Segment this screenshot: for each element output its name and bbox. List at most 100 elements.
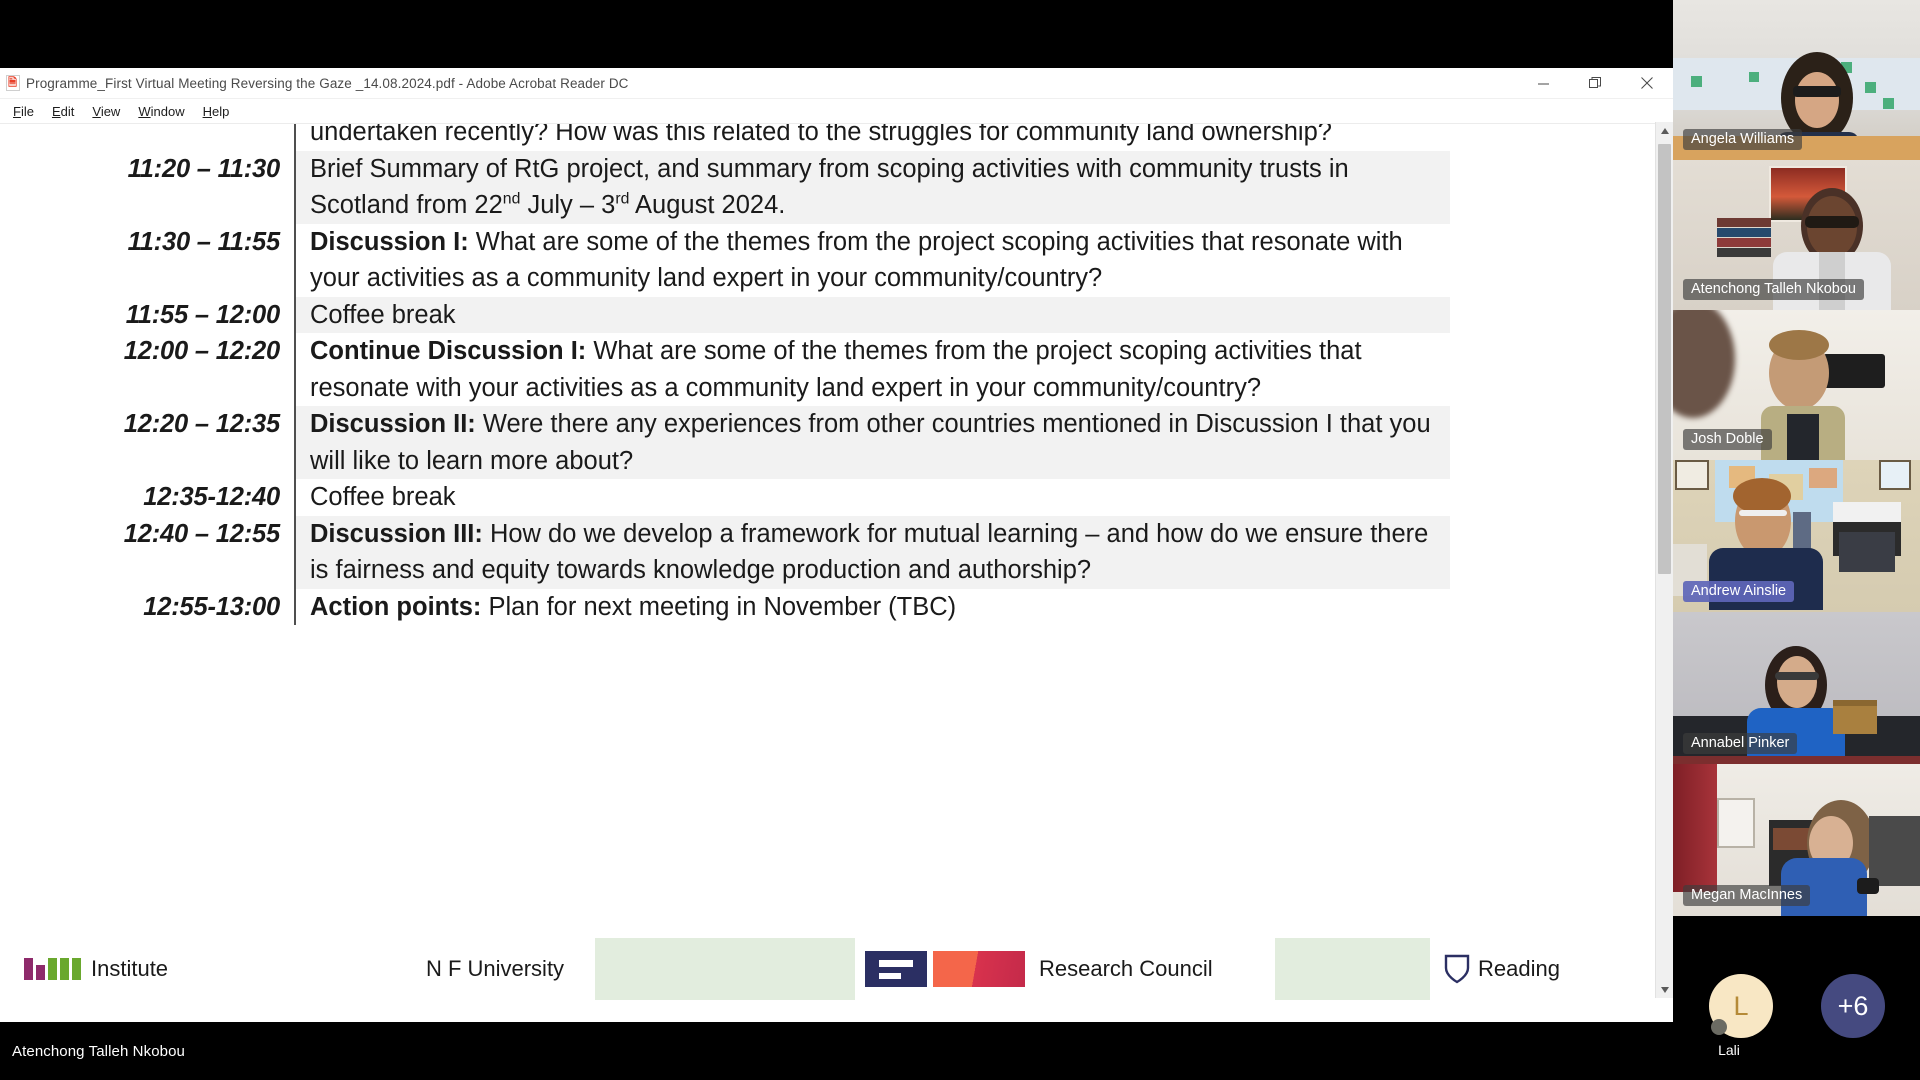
minimize-button[interactable] <box>1517 68 1569 98</box>
agenda-text-run: Were there any experiences from other co… <box>310 410 1431 475</box>
agenda-text-run: Coffee break <box>310 300 456 329</box>
agenda-row: 12:55-13:00 Action points: Plan for next … <box>0 588 1450 625</box>
institute-logo-text: Institute <box>91 956 169 981</box>
agenda-row-description: Coffee break <box>294 479 1450 516</box>
agenda-text-run: Plan for next meeting in November (TBC) <box>481 592 957 621</box>
video-tile-josh-doble[interactable]: Josh Doble <box>1673 310 1920 460</box>
video-tile-atenchong-talleh-nkobou[interactable]: Atenchong Talleh Nkobou <box>1673 160 1920 310</box>
maximize-restore-button[interactable] <box>1569 68 1621 98</box>
agenda-row-description: Discussion II: Were there any experience… <box>294 406 1450 479</box>
agenda-row-description: Continue Discussion I: What are some of … <box>294 333 1450 406</box>
active-speaker-bar: Atenchong Talleh Nkobou <box>0 1022 1673 1080</box>
agenda-text-run: Coffee break <box>310 483 456 511</box>
agenda-row-time: 12:00 – 12:20 <box>123 337 280 365</box>
agenda-row-description: Discussion III: How do we develop a fram… <box>294 515 1450 589</box>
video-tile-andrew-ainslie[interactable]: Andrew Ainslie <box>1673 460 1920 612</box>
participant-avatar-lali[interactable]: L <box>1709 974 1773 1038</box>
window-controls <box>1517 68 1673 98</box>
participant-name-badge: Atenchong Talleh Nkobou <box>1683 279 1864 300</box>
scrollbar-thumb[interactable] <box>1658 144 1671 574</box>
agenda-row: undertaken recently? How was this relate… <box>0 124 1450 151</box>
menu-item-edit-rest: dit <box>60 103 75 119</box>
menubar: File Edit View Window Help <box>0 99 1673 124</box>
agenda-text-run: Discussion I: <box>310 227 469 256</box>
menu-item-file[interactable]: File <box>4 102 43 121</box>
menu-item-window[interactable]: Window <box>129 102 193 121</box>
menu-item-view-rest: iew <box>100 103 121 119</box>
window-titlebar[interactable]: 🗎 Programme_First Virtual Meeting Revers… <box>0 68 1673 99</box>
agenda-row: 11:55 – 12:00 Coffee break <box>0 296 1450 333</box>
pdf-file-icon: 🗎 <box>6 75 20 91</box>
agenda-text-run: nd <box>502 190 521 208</box>
agenda-text-run: Discussion III: <box>310 519 483 548</box>
agenda-row-description: Discussion I: What are some of the theme… <box>294 223 1450 297</box>
agenda-text-run: Continue Discussion I: <box>310 337 587 365</box>
overflow-count: +6 <box>1837 990 1869 1021</box>
agenda-row-time: 11:20 – 11:30 <box>127 154 281 183</box>
pdf-footer-logos: Institute N F University Research Counci… <box>0 938 1645 1000</box>
menu-item-view[interactable]: View <box>83 102 129 121</box>
document-vertical-scrollbar[interactable] <box>1655 122 1673 998</box>
agenda-text-run: rd <box>615 190 630 208</box>
agenda-row-time: 11:55 – 12:00 <box>125 300 281 329</box>
agenda-row: 11:30 – 11:55 Discussion I: What are some… <box>0 223 1450 297</box>
participant-name-badge: Megan MacInnes <box>1683 885 1811 906</box>
menu-item-file-rest: ile <box>20 103 34 119</box>
agenda-row-time: 12:35-12:40 <box>143 483 280 511</box>
agenda-row-time <box>0 124 295 151</box>
agenda-row-description: undertaken recently? How was this relate… <box>294 124 1450 151</box>
agenda-text-run: Brief Summary of RtG project, and summar… <box>310 154 1349 220</box>
reading-shield-icon <box>1444 954 1470 984</box>
scroll-down-arrow-icon[interactable] <box>1656 981 1673 998</box>
agenda-text-run: Action points: <box>310 592 482 621</box>
shared-screen-stage: 🗎 Programme_First Virtual Meeting Revers… <box>0 0 1673 1080</box>
agenda-row-time: 12:40 – 12:55 <box>123 519 280 548</box>
agenda-text-run: undertaken recently? How was this relate… <box>310 124 1332 146</box>
agenda-row: 12:35-12:40 Coffee break <box>0 479 1450 516</box>
agenda-row-time: 12:55-13:00 <box>143 592 280 621</box>
menu-item-help-rest: elp <box>211 103 230 119</box>
participant-name-badge: Annabel Pinker <box>1683 733 1798 754</box>
overflow-count-avatar[interactable]: +6 <box>1821 974 1885 1038</box>
institute-logo: Institute <box>10 938 399 1000</box>
screen: 🗎 Programme_First Virtual Meeting Revers… <box>0 0 1920 1080</box>
video-tile-megan-macinnes[interactable]: Megan MacInnes <box>1673 764 1920 916</box>
agenda-text-run: August 2024. <box>629 191 786 219</box>
agenda-row: 12:00 – 12:20 Continue Discussion I: What… <box>0 333 1450 406</box>
agenda-row: 12:40 – 12:55 Discussion III: How do we d… <box>0 515 1450 589</box>
participant-name-badge: Andrew Ainslie <box>1683 581 1795 602</box>
reading-logo-text: Reading <box>1478 956 1560 981</box>
muted-indicator-icon <box>1711 1019 1727 1035</box>
agenda-row-time: 12:20 – 12:35 <box>123 410 280 438</box>
agenda-row-time: 11:30 – 11:55 <box>127 227 281 256</box>
research-council-logo: Research Council <box>855 938 1275 1000</box>
close-button[interactable] <box>1621 68 1673 98</box>
video-tile-angela-williams[interactable]: Angela Williams <box>1673 0 1920 160</box>
ukri-coral-block-icon <box>933 951 1025 987</box>
nrf-university-logo-text: N F University <box>425 956 565 981</box>
menu-item-edit[interactable]: Edit <box>43 102 83 121</box>
pdf-page: undertaken recently? How was this relate… <box>0 124 1645 1000</box>
agenda-row-description: Action points: Plan for next meeting in … <box>294 588 1450 625</box>
adobe-acrobat-reader-window: 🗎 Programme_First Virtual Meeting Revers… <box>0 68 1673 1022</box>
menu-item-help[interactable]: Help <box>194 102 239 121</box>
institute-bars-icon <box>24 958 81 980</box>
footer-band: Institute N F University Research Counci… <box>0 938 1645 1000</box>
agenda-row: 12:20 – 12:35 Discussion II: Were there a… <box>0 406 1450 479</box>
agenda-text-run: Discussion II: <box>310 410 476 438</box>
nrf-university-logo: N F University <box>395 938 595 1000</box>
agenda-row: 11:20 – 11:30 Brief Summary of RtG projec… <box>0 150 1450 224</box>
scroll-up-arrow-icon[interactable] <box>1656 122 1673 139</box>
ukri-mark-icon <box>865 951 927 987</box>
video-tile-annabel-pinker[interactable]: Annabel Pinker <box>1673 612 1920 764</box>
window-title: Programme_First Virtual Meeting Reversin… <box>26 75 629 91</box>
reading-logo: Reading <box>1430 938 1645 1000</box>
pdf-document-viewport[interactable]: undertaken recently? How was this relate… <box>0 124 1673 1000</box>
avatar-initial: L <box>1733 990 1749 1021</box>
agenda-row-description: Brief Summary of RtG project, and summar… <box>294 150 1450 224</box>
participant-name-badge: Angela Williams <box>1683 129 1803 150</box>
agenda-text-run: July – 3 <box>520 191 616 219</box>
active-speaker-name: Atenchong Talleh Nkobou <box>12 1042 185 1060</box>
agenda-row-description: Coffee break <box>294 296 1450 333</box>
agenda-table: undertaken recently? How was this relate… <box>0 124 1450 625</box>
